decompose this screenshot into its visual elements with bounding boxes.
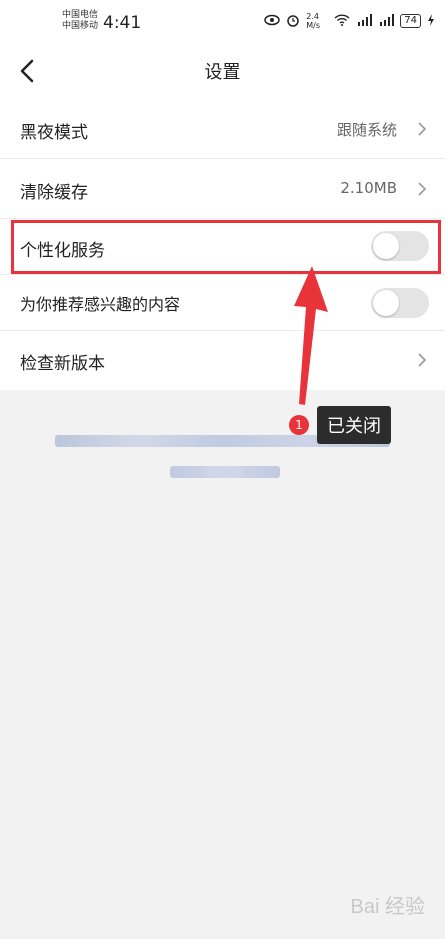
watermark-logo: Bai 经验	[350, 896, 425, 918]
status-time: 4:41	[103, 13, 142, 33]
recommend-content-label: 为你推荐感兴趣的内容	[20, 295, 181, 314]
status-bar: 中国电信 中国移动 4:41 2.4 M/s 74	[0, 0, 445, 44]
dark-mode-value: 跟随系统	[336, 121, 397, 139]
annotation-tooltip: 已关闭	[317, 406, 391, 444]
battery-icon: 74	[400, 14, 421, 28]
chevron-right-icon	[418, 122, 427, 136]
network-speed: 2.4 M/s	[306, 12, 321, 30]
step-badge: 1	[289, 415, 309, 435]
chevron-right-icon	[418, 353, 427, 367]
signal-icon-2	[378, 13, 395, 29]
divider	[0, 158, 445, 159]
setting-clear-cache[interactable]: 清除缓存 2.10MB	[0, 160, 445, 218]
recommend-content-toggle[interactable]	[371, 288, 429, 318]
charging-icon	[427, 13, 435, 29]
signal-icon-1	[356, 13, 373, 29]
carrier-names: 中国电信 中国移动	[62, 10, 98, 32]
wifi-icon	[334, 13, 350, 29]
setting-check-update[interactable]: 检查新版本	[0, 331, 445, 389]
dark-mode-label: 黑夜模式	[20, 123, 88, 143]
status-icons: 2.4 M/s 74	[264, 12, 435, 30]
page-title: 设置	[204, 62, 241, 83]
check-update-label: 检查新版本	[20, 354, 105, 374]
carrier-2: 中国移动	[62, 21, 99, 31]
carrier-1: 中国电信	[62, 10, 99, 20]
highlight-box	[11, 220, 441, 274]
setting-dark-mode[interactable]: 黑夜模式 跟随系统	[0, 100, 445, 158]
cache-size-value: 2.10MB	[340, 179, 397, 197]
chevron-right-icon	[418, 182, 427, 196]
clear-cache-label: 清除缓存	[20, 183, 88, 203]
alarm-icon	[286, 13, 300, 30]
blurred-text-line	[170, 466, 280, 478]
setting-recommend-content: 为你推荐感兴趣的内容	[0, 274, 445, 332]
eye-icon	[264, 14, 281, 29]
toggle-knob	[373, 290, 399, 316]
nav-bar: 设置	[0, 44, 445, 98]
